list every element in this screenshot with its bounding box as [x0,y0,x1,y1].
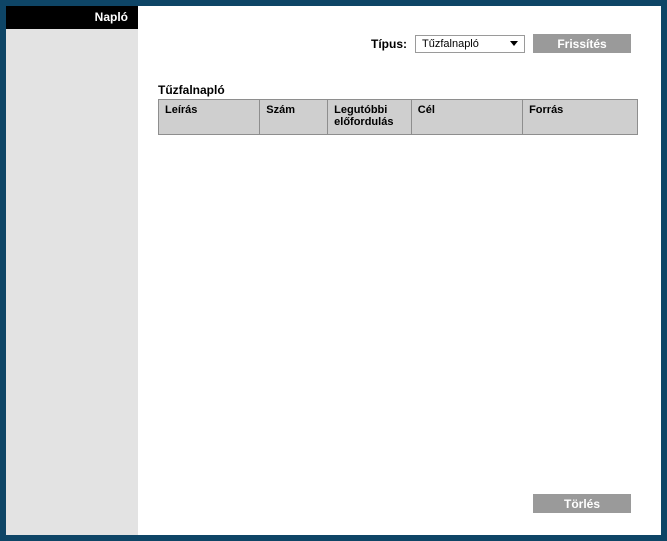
col-last-occurrence: Legutóbbi előfordulás [328,100,412,135]
log-table-header-row: Leírás Szám Legutóbbi előfordulás Cél Fo… [159,100,638,135]
type-select[interactable]: Tűzfalnapló [415,35,525,53]
type-select-value: Tűzfalnapló [422,38,479,50]
delete-button[interactable]: Törlés [533,494,631,513]
refresh-button[interactable]: Frissítés [533,34,631,53]
bottom-bar: Törlés [533,494,631,513]
sidebar: Napló [6,6,138,535]
chevron-down-icon [510,41,518,46]
col-count: Szám [260,100,328,135]
type-label: Típus: [371,37,407,51]
col-destination: Cél [411,100,522,135]
col-description: Leírás [159,100,260,135]
log-table: Leírás Szám Legutóbbi előfordulás Cél Fo… [158,99,638,135]
sidebar-tab-log[interactable]: Napló [6,6,138,29]
app-frame: Napló Típus: Tűzfalnapló Frissítés Tűzfa… [0,0,667,541]
main-panel: Típus: Tűzfalnapló Frissítés Tűzfalnapló… [138,6,661,535]
log-section-title: Tűzfalnapló [158,83,661,97]
topbar: Típus: Tűzfalnapló Frissítés [138,6,661,53]
col-source: Forrás [523,100,638,135]
